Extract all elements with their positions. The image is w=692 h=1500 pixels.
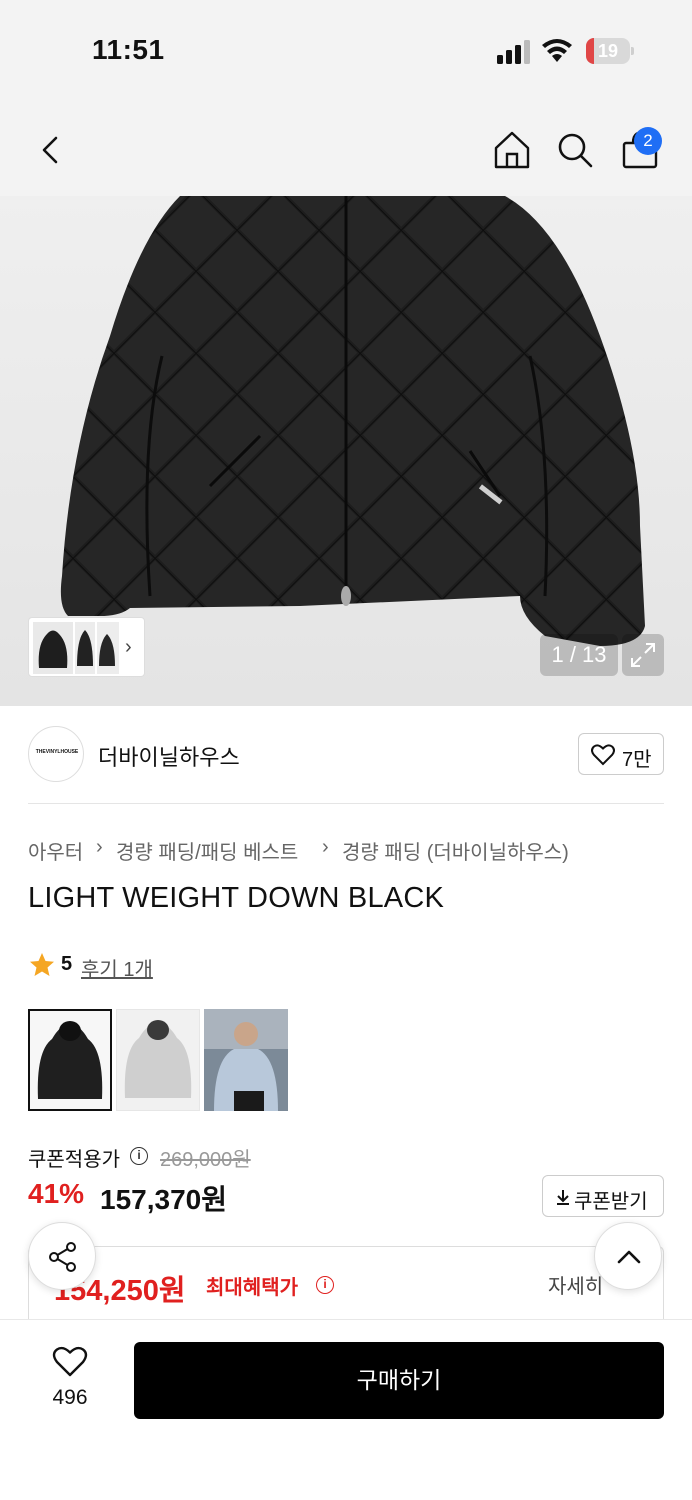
color-option-image xyxy=(124,1020,192,1098)
info-icon[interactable]: i xyxy=(130,1147,148,1165)
scroll-top-button[interactable] xyxy=(594,1222,662,1290)
review-link[interactable]: 후기 1개 xyxy=(81,953,153,982)
top-nav xyxy=(0,100,692,196)
search-icon[interactable] xyxy=(553,128,597,172)
image-counter: 1 / 13 xyxy=(540,634,618,676)
download-coupon-label: 쿠폰받기 xyxy=(574,1191,648,1213)
product-title: LIGHT WEIGHT DOWN BLACK xyxy=(28,882,445,914)
brand-like-button[interactable]: 7만 xyxy=(578,733,664,775)
max-benefit-label: 최대혜택가 xyxy=(206,1277,298,1299)
share-button[interactable] xyxy=(28,1222,96,1290)
heart-icon[interactable] xyxy=(52,1346,88,1378)
cart-count-badge: 2 xyxy=(634,127,662,155)
breadcrumb-separator-icon: › xyxy=(322,836,329,858)
color-option-black[interactable] xyxy=(28,1009,112,1111)
chevron-up-icon xyxy=(617,1250,641,1264)
info-icon[interactable]: i xyxy=(316,1276,334,1294)
battery-icon: 19 xyxy=(586,38,634,64)
status-bar: 11:51 19 xyxy=(0,0,692,100)
gallery-thumbnails xyxy=(33,622,119,674)
rating-score: 5 xyxy=(61,953,73,975)
original-price: 269,000원 xyxy=(160,1149,251,1171)
download-icon xyxy=(557,1190,569,1205)
color-option-model-photo[interactable] xyxy=(204,1009,288,1111)
benefit-detail-link[interactable]: 자세히 xyxy=(548,1270,603,1299)
breadcrumb-item-outer[interactable]: 아우터 xyxy=(28,836,83,865)
share-icon xyxy=(49,1242,76,1272)
buy-button[interactable]: 구매하기 xyxy=(134,1342,664,1419)
home-icon[interactable] xyxy=(490,128,534,172)
wifi-icon xyxy=(542,39,572,62)
chevron-right-icon: › xyxy=(125,636,132,658)
color-option-light-gray[interactable] xyxy=(116,1009,200,1111)
breadcrumb-item-light-padding-vest[interactable]: 경량 패딩/패딩 베스트 xyxy=(116,836,298,865)
brand-logo[interactable]: THEVINYLHOUSE xyxy=(28,726,84,782)
gallery-thumbnail-strip[interactable]: › xyxy=(28,617,145,677)
brand-like-count: 7만 xyxy=(622,749,652,771)
download-coupon-button[interactable]: 쿠폰받기 xyxy=(542,1175,664,1217)
sale-price: 157,370원 xyxy=(100,1184,227,1215)
signal-icon xyxy=(497,40,530,64)
color-option-image xyxy=(204,1009,288,1111)
like-count: 496 xyxy=(52,1386,88,1409)
divider xyxy=(28,803,664,804)
battery-level: 19 xyxy=(597,41,619,61)
expand-icon xyxy=(631,643,655,667)
back-arrow-icon[interactable] xyxy=(28,128,72,172)
star-icon xyxy=(30,953,54,976)
status-time: 11:51 xyxy=(92,34,165,65)
brand-name[interactable]: 더바이닐하우스 xyxy=(98,740,240,772)
heart-icon xyxy=(591,744,615,766)
expand-button[interactable] xyxy=(622,634,664,676)
coupon-price-label: 쿠폰적용가 xyxy=(28,1149,120,1171)
color-option-image xyxy=(37,1021,103,1099)
discount-rate: 41% xyxy=(28,1178,85,1209)
breadcrumb-item-light-padding-brand[interactable]: 경량 패딩 (더바이닐하우스) xyxy=(342,836,569,865)
breadcrumb-separator-icon: › xyxy=(96,836,103,858)
